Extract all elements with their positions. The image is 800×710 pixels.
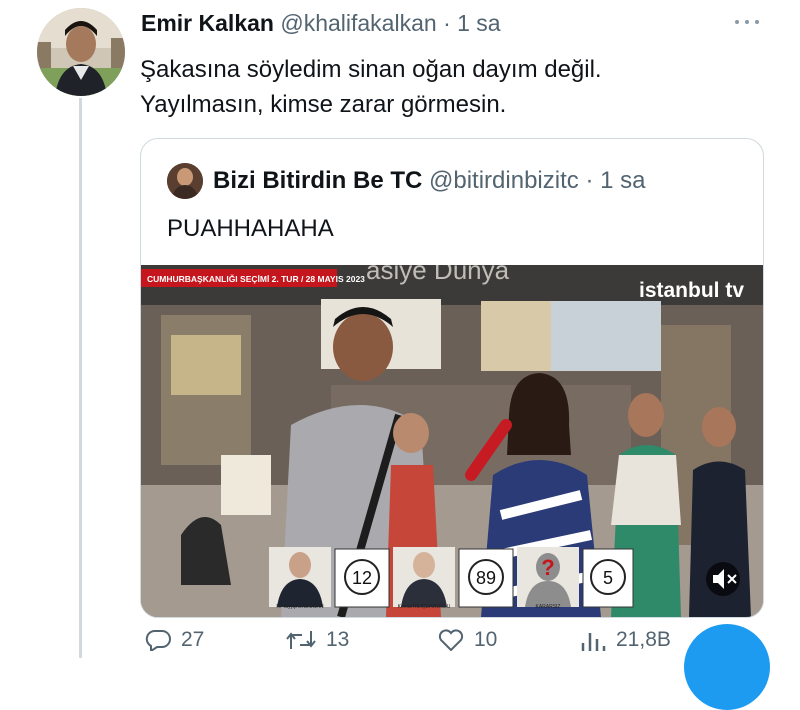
channel-logo: istanbul tv (639, 279, 744, 302)
retweet-icon (286, 631, 316, 649)
retweet-count: 13 (326, 628, 350, 651)
candidate-3-count: 5 (603, 568, 613, 588)
reply-icon (145, 630, 171, 651)
thread-line (79, 98, 82, 658)
more-dots-icon[interactable] (729, 12, 765, 32)
mute-icon[interactable] (706, 562, 740, 596)
candidate-3-name: KARARSIZ (535, 604, 560, 610)
like-button[interactable]: 10 (438, 628, 497, 652)
candidate-2-name: Kemal KILIÇDAROĞLU (398, 603, 451, 610)
quote-avatar (167, 163, 203, 199)
candidate-2-count: 89 (476, 568, 496, 588)
quote-time: 1 sa (600, 167, 646, 194)
views-button[interactable]: 21,8B (580, 628, 671, 652)
quote-tweet[interactable]: Bizi Bitirdin Be TC @bitirdinbizitc · 1 … (140, 138, 764, 618)
compose-button[interactable] (684, 624, 770, 710)
tweet-text-line2: Yayılmasın, kimse zarar görmesin. (140, 91, 507, 118)
separator-dot: · (585, 167, 594, 194)
views-count: 21,8B (616, 628, 671, 651)
views-icon (581, 633, 606, 651)
video-banner: CUMHURBAŞKANLIĞI SEÇİMİ 2. TUR / 28 MAYI… (147, 273, 365, 284)
action-bar: 27 13 10 21,8B (0, 628, 800, 652)
video-player[interactable]: CUMHURBAŞKANLIĞI SEÇİMİ 2. TUR / 28 MAYI… (141, 265, 763, 617)
shop-sign: asiye Dünya (366, 265, 510, 285)
like-count: 10 (474, 628, 498, 651)
reply-button[interactable]: 27 (145, 628, 204, 652)
avatar[interactable] (37, 8, 125, 96)
tweet-header: Emir Kalkan @khalifakalkan · 1 sa (141, 10, 501, 37)
poll-overlay: R. Tayyip ERDOĞAN 12 Kemal KILIÇDAROĞLU … (269, 547, 634, 610)
quote-author-handle: @bitirdinbizitc (429, 167, 579, 194)
quote-header: Bizi Bitirdin Be TC @bitirdinbizitc · 1 … (213, 167, 645, 195)
tweet-time[interactable]: 1 sa (457, 10, 500, 36)
tweet-text: Şakasına söyledim sinan oğan dayım değil… (140, 52, 602, 122)
author-name[interactable]: Emir Kalkan (141, 10, 274, 36)
tweet-text-line1: Şakasına söyledim sinan oğan dayım değil… (140, 56, 602, 83)
candidate-1-name: R. Tayyip ERDOĞAN (276, 603, 324, 610)
candidate-1-count: 12 (352, 568, 372, 588)
quote-text: PUAHHAHAHA (167, 215, 334, 242)
heart-icon (438, 629, 464, 651)
separator-dot: · (443, 10, 451, 36)
reply-count: 27 (181, 628, 205, 651)
svg-text:?: ? (541, 555, 554, 580)
quote-author-name: Bizi Bitirdin Be TC (213, 167, 423, 194)
author-handle[interactable]: @khalifakalkan (280, 10, 436, 36)
retweet-button[interactable]: 13 (286, 628, 349, 652)
